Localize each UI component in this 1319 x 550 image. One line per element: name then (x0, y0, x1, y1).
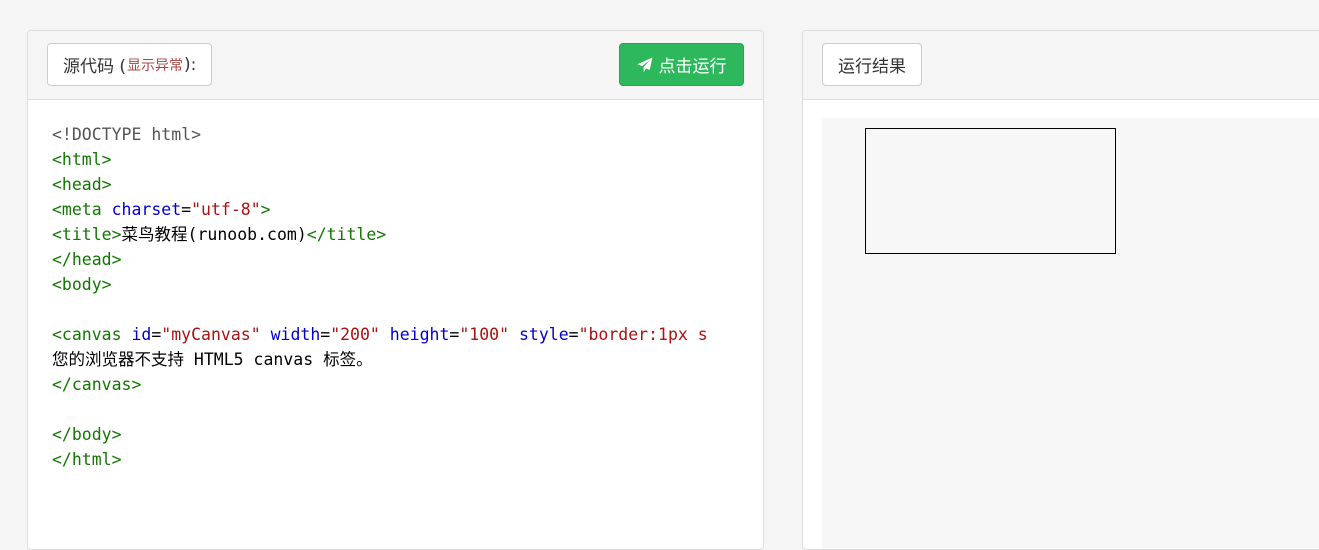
code-token: "border:1px s (578, 325, 708, 344)
code-line: <html> (52, 147, 763, 172)
code-token: <head> (52, 175, 112, 194)
code-line: 您的浏览器不支持 HTML5 canvas 标签。 (52, 347, 763, 372)
source-code-panel: 源代码 (显示异常): 点击运行 <!DOCTYPE html> <html> <h… (27, 30, 764, 550)
code-token: style (518, 325, 569, 344)
demo-canvas (865, 128, 1116, 254)
result-title: 运行结果 (838, 57, 906, 77)
code-token: <!DOCTYPE html> (52, 125, 202, 144)
result-panel: 运行结果 (802, 30, 1319, 550)
source-code-header: 源代码 (显示异常): 点击运行 (28, 31, 763, 100)
source-code-label: 源代码 (显示异常): (47, 43, 213, 86)
code-token: charset (111, 200, 182, 219)
code-token: "200" (330, 325, 380, 344)
result-frame (822, 118, 1319, 549)
code-line: </html> (52, 447, 763, 472)
code-token: <canvas (52, 325, 132, 344)
paper-plane-icon (637, 57, 652, 72)
code-token: = (151, 325, 162, 344)
display-error-link[interactable]: 显示异常 (127, 55, 183, 75)
code-token: <meta (52, 200, 112, 219)
source-code-title: 源代码 ( (63, 57, 127, 77)
result-label: 运行结果 (822, 43, 922, 86)
code-editor[interactable]: <!DOCTYPE html> <html> <head> <meta charset… (52, 122, 763, 472)
code-token: = (449, 325, 460, 344)
code-line: </head> (52, 247, 763, 272)
code-token: 您的浏览器不支持 HTML5 canvas 标签。 (52, 350, 373, 369)
code-token: </canvas> (52, 375, 142, 394)
code-token: "100" (459, 325, 510, 344)
code-token: 菜鸟教程(runoob.com) (121, 225, 307, 244)
run-button[interactable]: 点击运行 (619, 43, 744, 86)
code-token: "utf-8" (191, 200, 261, 219)
code-line: <meta charset="utf-8"> (52, 197, 763, 222)
code-token: = (181, 200, 192, 219)
code-token: <html> (52, 150, 112, 169)
code-token: <title> (52, 225, 122, 244)
code-token: width (270, 325, 321, 344)
code-token: id (131, 325, 152, 344)
code-line: <head> (52, 172, 763, 197)
code-token: height (389, 325, 450, 344)
code-token: </title> (306, 225, 387, 244)
code-line: </canvas> (52, 372, 763, 397)
result-header: 运行结果 (803, 31, 1319, 100)
code-token: = (568, 325, 579, 344)
run-button-label: 点击运行 (658, 57, 727, 77)
code-line: <title>菜鸟教程(runoob.com)</title> (52, 222, 763, 247)
code-line: <body> (52, 272, 763, 297)
code-token: > (260, 200, 271, 219)
code-line: </body> (52, 422, 763, 447)
source-code-title-tail: ): (184, 54, 197, 75)
code-token: = (320, 325, 331, 344)
code-token: </html> (52, 450, 122, 469)
code-token: </head> (52, 250, 122, 269)
code-line: <!DOCTYPE html> (52, 122, 763, 147)
code-token: "myCanvas" (161, 325, 261, 344)
code-token: <body> (52, 275, 112, 294)
code-line: <canvas id="myCanvas" width="200" height… (52, 322, 763, 347)
code-token: </body> (52, 425, 122, 444)
